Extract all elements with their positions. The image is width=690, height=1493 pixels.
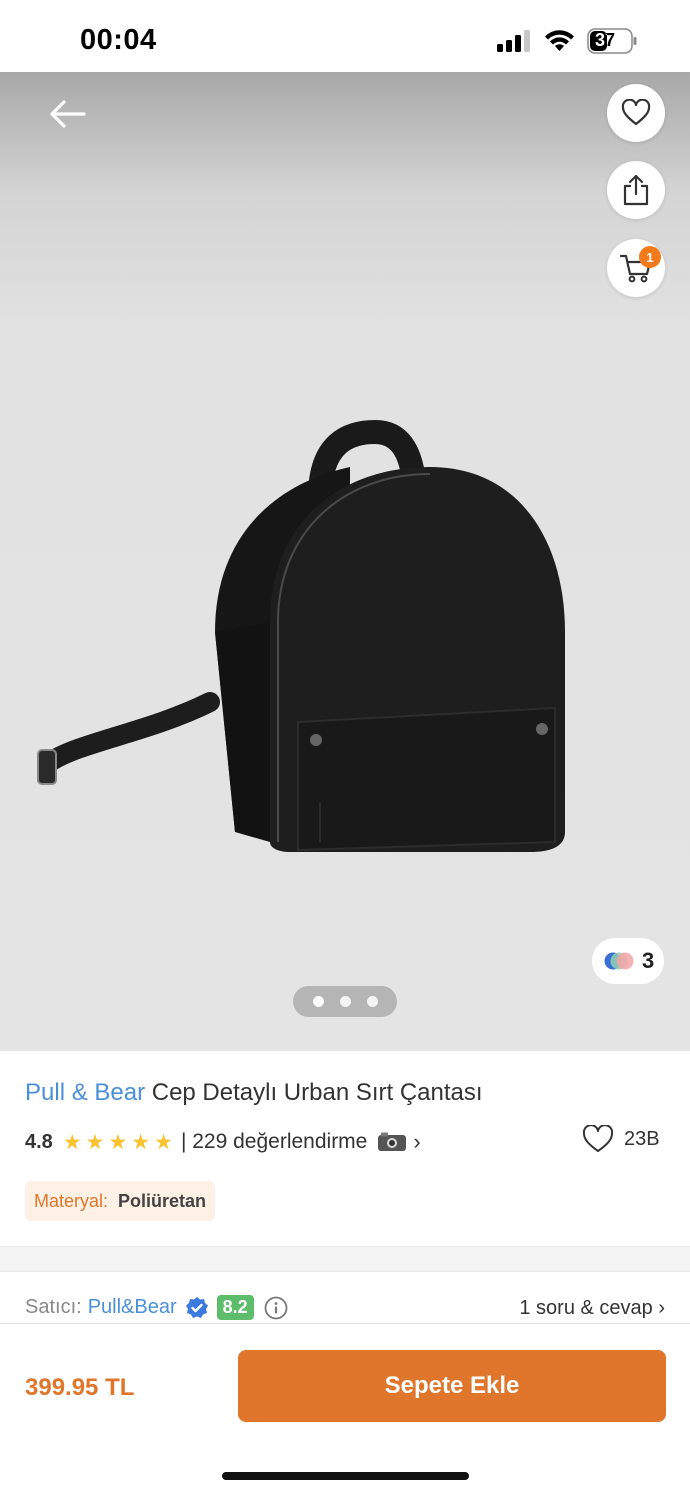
share-icon (623, 174, 649, 206)
material-value: Poliüretan (118, 1190, 207, 1211)
heart-icon (621, 99, 651, 126)
review-count[interactable]: | 229 değerlendirme (181, 1130, 367, 1154)
battery-icon: 37 (587, 28, 637, 54)
camera-icon (378, 1132, 407, 1151)
signal-icon (497, 30, 530, 52)
seller-name-link[interactable]: Pull&Bear (88, 1296, 177, 1319)
product-info: Pull & Bear Cep Detaylı Urban Sırt Çanta… (0, 1050, 690, 1246)
star-icon: ★ (62, 1130, 82, 1154)
price: 399.95 TL (25, 1374, 135, 1401)
rating-stars: ★ ★ ★ ★ ★ (63, 1132, 173, 1153)
backpack-product-image (37, 419, 565, 852)
questions-link[interactable]: 1 soru & cevap › (519, 1297, 665, 1320)
seller-row: Satıcı: Pull&Bear 8.2 1 soru & cevap › (0, 1272, 690, 1324)
gallery-dot[interactable] (339, 996, 351, 1007)
product-name: Cep Detaylı Urban Sırt Çantası (151, 1079, 483, 1106)
status-bar: 00:04 37 (0, 0, 690, 72)
product-image-gallery[interactable]: 1 3 (0, 72, 690, 1050)
home-indicator[interactable] (222, 1472, 469, 1480)
wifi-icon (545, 30, 574, 51)
gallery-dot[interactable] (312, 996, 324, 1007)
cart-count-badge: 1 (639, 246, 661, 268)
favorite-button[interactable] (607, 84, 665, 142)
brand-link[interactable]: Pull & Bear (25, 1079, 145, 1106)
rating-value: 4.8 (25, 1130, 53, 1153)
star-icon: ★ (108, 1130, 128, 1154)
back-button[interactable] (44, 94, 92, 134)
chevron-right-icon: › (413, 1129, 421, 1154)
seller-label: Satıcı: (25, 1296, 82, 1318)
cart-button[interactable]: 1 (607, 239, 665, 297)
material-tag: Materyal: Poliüretan (25, 1181, 216, 1221)
star-icon: ★ (131, 1130, 151, 1154)
status-time: 00:04 (80, 24, 157, 56)
material-label: Materyal: (34, 1190, 109, 1211)
likes-count: 23B (624, 1127, 660, 1150)
section-divider (0, 1246, 690, 1272)
rating-row[interactable]: 4.8 ★ ★ ★ ★ ★ | 229 değerlendirme › (25, 1129, 421, 1155)
add-to-cart-button[interactable]: Sepete Ekle (238, 1350, 666, 1422)
product-title: Pull & Bear Cep Detaylı Urban Sırt Çanta… (25, 1079, 483, 1107)
battery-level: 37 (595, 30, 616, 50)
share-button[interactable] (607, 161, 665, 219)
seller-info: Satıcı: Pull&Bear 8.2 (25, 1295, 288, 1320)
gallery-pagination[interactable] (293, 986, 397, 1017)
color-variants-button[interactable]: 3 (592, 938, 664, 984)
like-count-button[interactable]: 23B (582, 1125, 660, 1153)
color-count: 3 (642, 948, 655, 973)
star-icon: ★ (85, 1130, 105, 1154)
arrow-left-icon (50, 100, 86, 128)
seller-score-badge: 8.2 (216, 1295, 254, 1320)
heart-outline-icon (582, 1125, 614, 1152)
verified-badge-icon (185, 1296, 208, 1318)
color-swatches-icon (604, 952, 634, 970)
bottom-action-bar: 399.95 TL Sepete Ekle (0, 1323, 690, 1493)
star-icon: ★ (154, 1130, 173, 1154)
gallery-dot[interactable] (366, 996, 378, 1007)
info-icon[interactable] (264, 1296, 288, 1320)
